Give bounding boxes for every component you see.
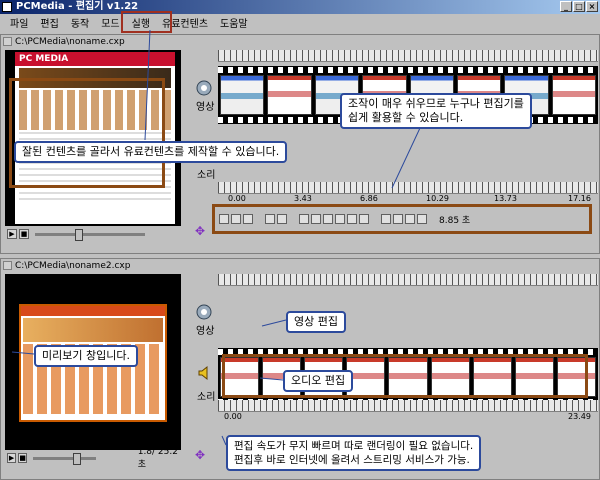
callout-connectors [11, 29, 421, 446]
